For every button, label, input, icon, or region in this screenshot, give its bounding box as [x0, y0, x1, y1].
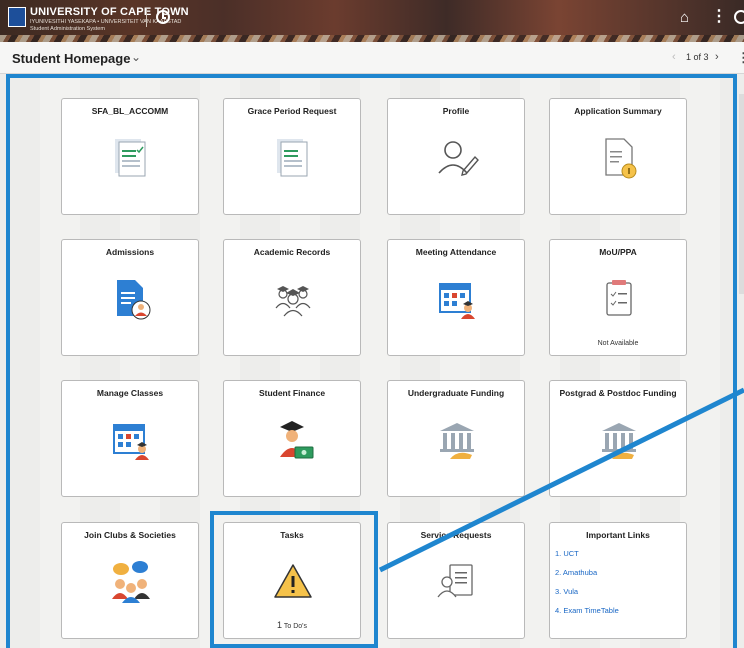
more-options-icon[interactable]: ⋮ [737, 50, 744, 66]
recent-history-icon[interactable] [156, 10, 170, 24]
previous-page-icon[interactable]: ‹ [672, 51, 676, 63]
tile-area: SFA_BL_ACCOMM Grace Period Request Profi… [0, 74, 744, 648]
system-name: Student Administration System [30, 26, 105, 32]
app-header: UNIVERSITY OF CAPE TOWN IYUNIVESITHI YAS… [0, 0, 744, 42]
next-page-icon[interactable]: › [715, 51, 719, 63]
annotation-arrow [378, 387, 744, 573]
homepage-titlebar: Student Homepage ⌄ ‹ 1 of 3 › ⋮ [0, 42, 744, 74]
homepage-selector[interactable]: Student Homepage [12, 51, 130, 66]
actions-menu-icon[interactable]: ⋮ [711, 9, 727, 25]
navbar-icon[interactable] [734, 10, 744, 24]
home-icon[interactable]: ⌂ [680, 10, 689, 26]
page-indicator: 1 of 3 [686, 52, 709, 62]
chevron-down-icon[interactable]: ⌄ [131, 50, 141, 64]
uct-crest-icon [8, 7, 26, 27]
header-divider [146, 9, 147, 27]
